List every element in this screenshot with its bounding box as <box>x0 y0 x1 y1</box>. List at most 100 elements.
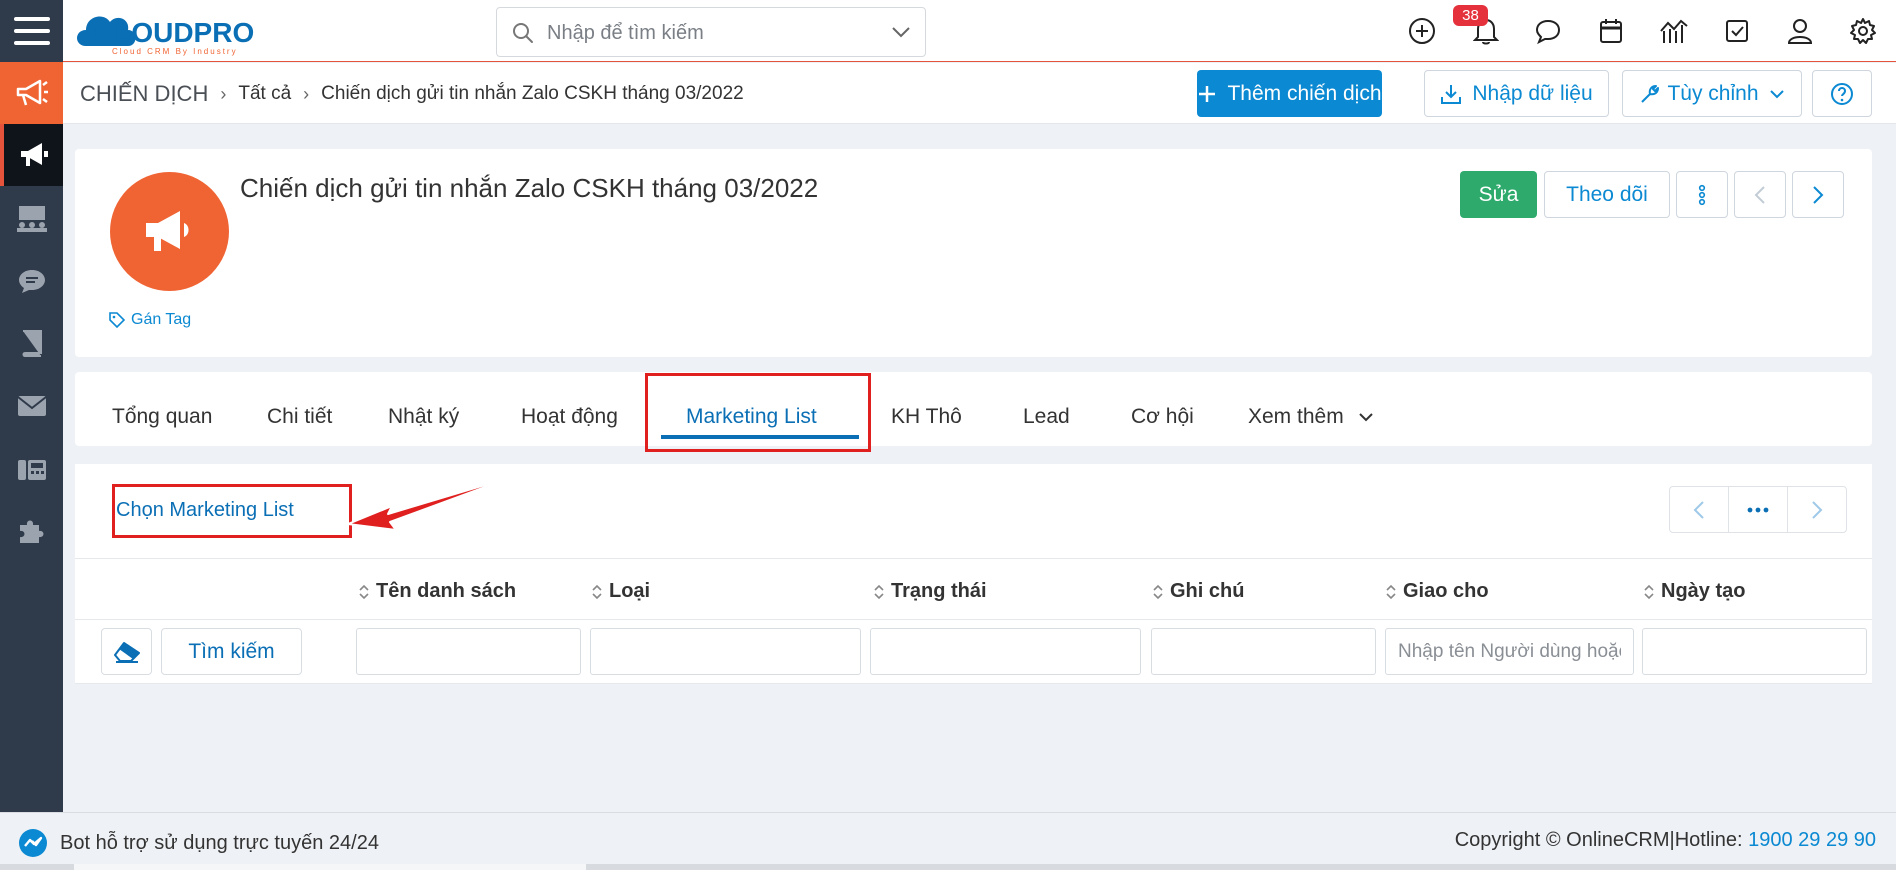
envelope-icon <box>16 396 47 416</box>
filter-created-date[interactable] <box>1642 628 1867 675</box>
table-bottom-border <box>75 683 1872 684</box>
global-search[interactable] <box>496 7 926 57</box>
logo-cloud-text: CLOUDPRO <box>94 17 254 48</box>
filter-list-name-input[interactable] <box>357 629 580 674</box>
edit-button[interactable]: Sửa <box>1460 171 1537 218</box>
tab-lead[interactable]: Lead <box>1023 405 1070 429</box>
tag-icon <box>109 312 126 329</box>
sort-icon <box>1153 584 1163 599</box>
help-button[interactable] <box>1812 70 1872 117</box>
filter-status-input[interactable] <box>871 629 1140 674</box>
sidebar-item-phone[interactable] <box>0 437 63 499</box>
sort-icon <box>1386 584 1396 599</box>
sidebar-item-meetings[interactable] <box>0 187 63 249</box>
next-record-button[interactable] <box>1792 171 1844 218</box>
task-checkbox-icon[interactable] <box>1722 16 1752 46</box>
chevron-right-icon <box>1812 500 1823 519</box>
assign-tag-link[interactable]: Gán Tag <box>108 311 191 329</box>
follow-button[interactable]: Theo dõi <box>1544 171 1670 218</box>
tab-log[interactable]: Nhật ký <box>388 405 459 429</box>
chat-bubble-icon <box>18 270 45 293</box>
top-bar: CLOUDPRO Cloud CRM By Industry 38 <box>0 0 1896 62</box>
sidebar <box>0 62 63 812</box>
import-data-button[interactable]: Nhập dữ liệu <box>1424 70 1609 117</box>
filter-notes[interactable] <box>1151 628 1376 675</box>
chevron-down-icon <box>1358 413 1373 422</box>
sidebar-item-messages[interactable] <box>0 250 63 312</box>
search-input[interactable] <box>547 18 867 48</box>
calendar-icon[interactable] <box>1596 16 1626 46</box>
tab-activities[interactable]: Hoạt động <box>521 405 618 429</box>
menu-icon[interactable] <box>0 0 63 62</box>
messenger-icon <box>19 829 47 857</box>
footer: Bot hỗ trợ sử dụng trực tuyến 24/24 Copy… <box>0 812 1896 870</box>
notification-badge: 38 <box>1453 5 1488 26</box>
gear-icon[interactable] <box>1848 16 1878 46</box>
download-icon <box>1440 83 1462 105</box>
chat-icon[interactable] <box>1533 16 1563 46</box>
tab-more[interactable]: Xem thêm <box>1248 405 1374 429</box>
filter-status[interactable] <box>870 628 1141 675</box>
add-campaign-button[interactable]: Thêm chiến dịch <box>1197 70 1382 117</box>
filter-list-name[interactable] <box>356 628 581 675</box>
chevron-down-icon <box>1769 88 1785 100</box>
hotline-number[interactable]: 1900 29 29 90 <box>1748 829 1876 851</box>
sort-icon <box>592 584 602 599</box>
support-bot-text: Bot hỗ trợ sử dụng trực tuyến 24/24 <box>60 831 379 854</box>
search-filter-button[interactable]: Tìm kiếm <box>161 628 302 675</box>
tab-overview[interactable]: Tổng quan <box>112 405 212 429</box>
column-header-notes[interactable]: Ghi chú <box>1152 580 1244 603</box>
tab-raw-customers[interactable]: KH Thô <box>891 405 962 429</box>
sidebar-item-email[interactable] <box>0 375 63 437</box>
support-bot-link[interactable]: Bot hỗ trợ sử dụng trực tuyến 24/24 <box>18 828 379 858</box>
more-options-button[interactable] <box>1676 171 1728 218</box>
sidebar-item-knowledge-base[interactable] <box>0 312 63 374</box>
pager-more-button[interactable] <box>1729 487 1788 532</box>
fax-phone-icon <box>17 460 46 480</box>
chevron-right-icon <box>1813 185 1824 204</box>
user-icon[interactable] <box>1785 16 1815 46</box>
sidebar-item-campaigns[interactable] <box>0 124 63 186</box>
column-header-status[interactable]: Trạng thái <box>873 580 987 603</box>
filter-type-input[interactable] <box>591 629 860 674</box>
previous-record-button[interactable] <box>1734 171 1786 218</box>
filter-type[interactable] <box>590 628 861 675</box>
breadcrumb-bar: CHIẾN DỊCH › Tất cả › Chiến dịch gửi tin… <box>63 63 1896 124</box>
column-header-list-name[interactable]: Tên danh sách <box>358 580 516 603</box>
table-header-top-border <box>75 558 1872 559</box>
cloudpro-logo[interactable]: CLOUDPRO Cloud CRM By Industry <box>72 4 298 58</box>
filter-assigned-to[interactable] <box>1385 628 1634 675</box>
add-circle-icon[interactable] <box>1407 16 1437 46</box>
sort-icon <box>359 584 369 599</box>
clear-filters-button[interactable] <box>101 628 152 675</box>
eraser-icon <box>113 641 140 663</box>
column-label: Giao cho <box>1403 580 1489 602</box>
breadcrumb: CHIẾN DỊCH › Tất cả › Chiến dịch gửi tin… <box>80 81 744 107</box>
report-chart-icon[interactable] <box>1659 16 1689 46</box>
megaphone-icon <box>145 210 188 251</box>
filter-created-date-input[interactable] <box>1643 629 1866 674</box>
sidebar-item-extensions[interactable] <box>0 500 63 562</box>
tab-opportunities[interactable]: Cơ hội <box>1131 405 1194 429</box>
record-title: Chiến dịch gửi tin nhắn Zalo CSKH tháng … <box>240 173 819 203</box>
breadcrumb-all[interactable]: Tất cả <box>238 83 291 105</box>
breadcrumb-module[interactable]: CHIẾN DỊCH <box>80 81 208 107</box>
horizontal-scrollbar-thumb[interactable] <box>74 864 586 870</box>
chevron-left-icon <box>1693 500 1704 519</box>
sidebar-item-campaign-module[interactable] <box>0 62 63 124</box>
copyright-text: Copyright © OnlineCRM|Hotline: 1900 29 2… <box>1455 829 1876 852</box>
table-header-bottom-border <box>75 619 1872 620</box>
chevron-down-icon[interactable] <box>891 25 911 39</box>
add-campaign-label: Thêm chiến dịch <box>1227 81 1382 105</box>
column-header-created-date[interactable]: Ngày tạo <box>1643 580 1745 603</box>
sort-icon <box>1644 584 1654 599</box>
annotation-arrow <box>347 475 516 531</box>
tab-details[interactable]: Chi tiết <box>267 405 332 429</box>
column-header-type[interactable]: Loại <box>591 580 650 603</box>
pager-previous-button[interactable] <box>1670 487 1729 532</box>
filter-assigned-to-input[interactable] <box>1386 629 1633 674</box>
customize-button[interactable]: Tùy chỉnh <box>1622 70 1802 117</box>
filter-notes-input[interactable] <box>1152 629 1375 674</box>
pager-next-button[interactable] <box>1788 487 1846 532</box>
column-header-assigned-to[interactable]: Giao cho <box>1385 580 1489 603</box>
